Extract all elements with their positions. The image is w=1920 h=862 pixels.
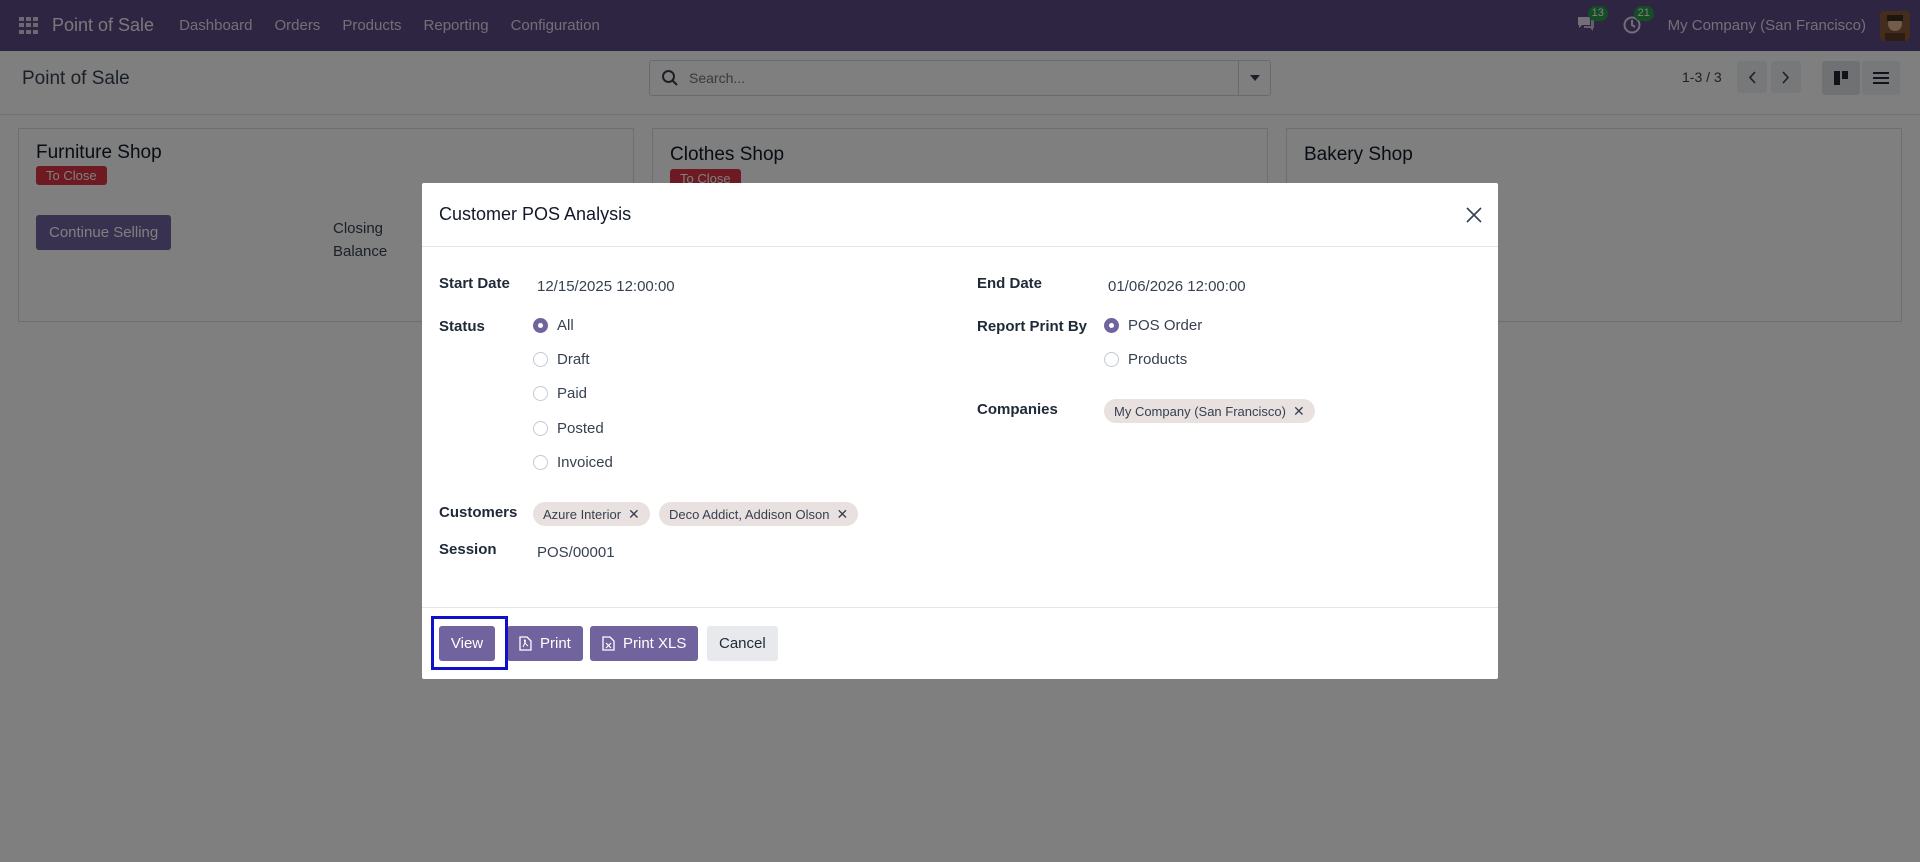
radio-icon[interactable] bbox=[1104, 352, 1119, 367]
report-option-pos-order[interactable]: POS Order bbox=[1104, 317, 1202, 334]
radio-selected-icon[interactable] bbox=[533, 318, 548, 333]
cancel-button[interactable]: Cancel bbox=[707, 626, 778, 661]
customers-label: Customers bbox=[439, 504, 518, 521]
customer-tag[interactable]: Deco Addict, Addison Olson ✕ bbox=[659, 502, 859, 526]
status-option-all[interactable]: All bbox=[533, 317, 574, 334]
radio-label: Invoiced bbox=[557, 454, 613, 471]
radio-icon[interactable] bbox=[533, 386, 548, 401]
radio-selected-icon[interactable] bbox=[1104, 318, 1119, 333]
button-label: Print bbox=[540, 635, 571, 652]
tag-label: Azure Interior bbox=[543, 506, 622, 522]
tag-label: My Company (San Francisco) bbox=[1114, 403, 1286, 419]
remove-tag-icon[interactable]: ✕ bbox=[1293, 403, 1305, 420]
dialog-footer: View Print Print XLS Cancel bbox=[422, 607, 1498, 679]
radio-label: Posted bbox=[557, 420, 604, 437]
status-option-paid[interactable]: Paid bbox=[533, 385, 587, 402]
print-button[interactable]: Print bbox=[507, 626, 583, 661]
end-date-field[interactable]: 01/06/2026 12:00:00 bbox=[1108, 278, 1246, 295]
radio-icon[interactable] bbox=[533, 455, 548, 470]
company-tag[interactable]: My Company (San Francisco) ✕ bbox=[1104, 399, 1315, 423]
dialog-title: Customer POS Analysis bbox=[439, 204, 632, 224]
radio-label: Paid bbox=[557, 385, 588, 402]
radio-icon[interactable] bbox=[533, 421, 548, 436]
radio-label: All bbox=[557, 317, 574, 334]
remove-tag-icon[interactable]: ✕ bbox=[628, 506, 640, 523]
customer-tag[interactable]: Azure Interior ✕ bbox=[533, 502, 650, 526]
session-label: Session bbox=[439, 541, 497, 558]
remove-tag-icon[interactable]: ✕ bbox=[836, 506, 848, 523]
status-option-draft[interactable]: Draft bbox=[533, 351, 590, 368]
radio-label: Products bbox=[1128, 351, 1188, 368]
start-date-field[interactable]: 12/15/2025 12:00:00 bbox=[537, 278, 675, 295]
status-label: Status bbox=[439, 318, 485, 335]
customer-pos-analysis-dialog: Customer POS Analysis Start Date 12/15/2… bbox=[422, 183, 1498, 679]
end-date-label: End Date bbox=[977, 275, 1043, 292]
print-xls-button[interactable]: Print XLS bbox=[590, 626, 699, 661]
start-date-label: Start Date bbox=[439, 275, 510, 292]
button-label: Print XLS bbox=[623, 635, 687, 652]
status-option-invoiced[interactable]: Invoiced bbox=[533, 454, 613, 471]
report-print-by-label: Report Print By bbox=[977, 318, 1088, 335]
dialog-header: Customer POS Analysis bbox=[422, 183, 1498, 247]
companies-label: Companies bbox=[977, 401, 1058, 418]
session-field[interactable]: POS/00001 bbox=[537, 544, 615, 561]
view-button-highlight bbox=[431, 616, 508, 670]
tag-label: Deco Addict, Addison Olson bbox=[669, 506, 830, 522]
radio-icon[interactable] bbox=[533, 352, 548, 367]
pdf-file-icon bbox=[519, 636, 532, 651]
report-option-products[interactable]: Products bbox=[1104, 351, 1187, 368]
radio-label: Draft bbox=[557, 351, 590, 368]
close-icon[interactable] bbox=[1464, 205, 1484, 225]
excel-file-icon bbox=[602, 636, 615, 651]
status-option-posted[interactable]: Posted bbox=[533, 420, 604, 437]
radio-label: POS Order bbox=[1128, 317, 1203, 334]
